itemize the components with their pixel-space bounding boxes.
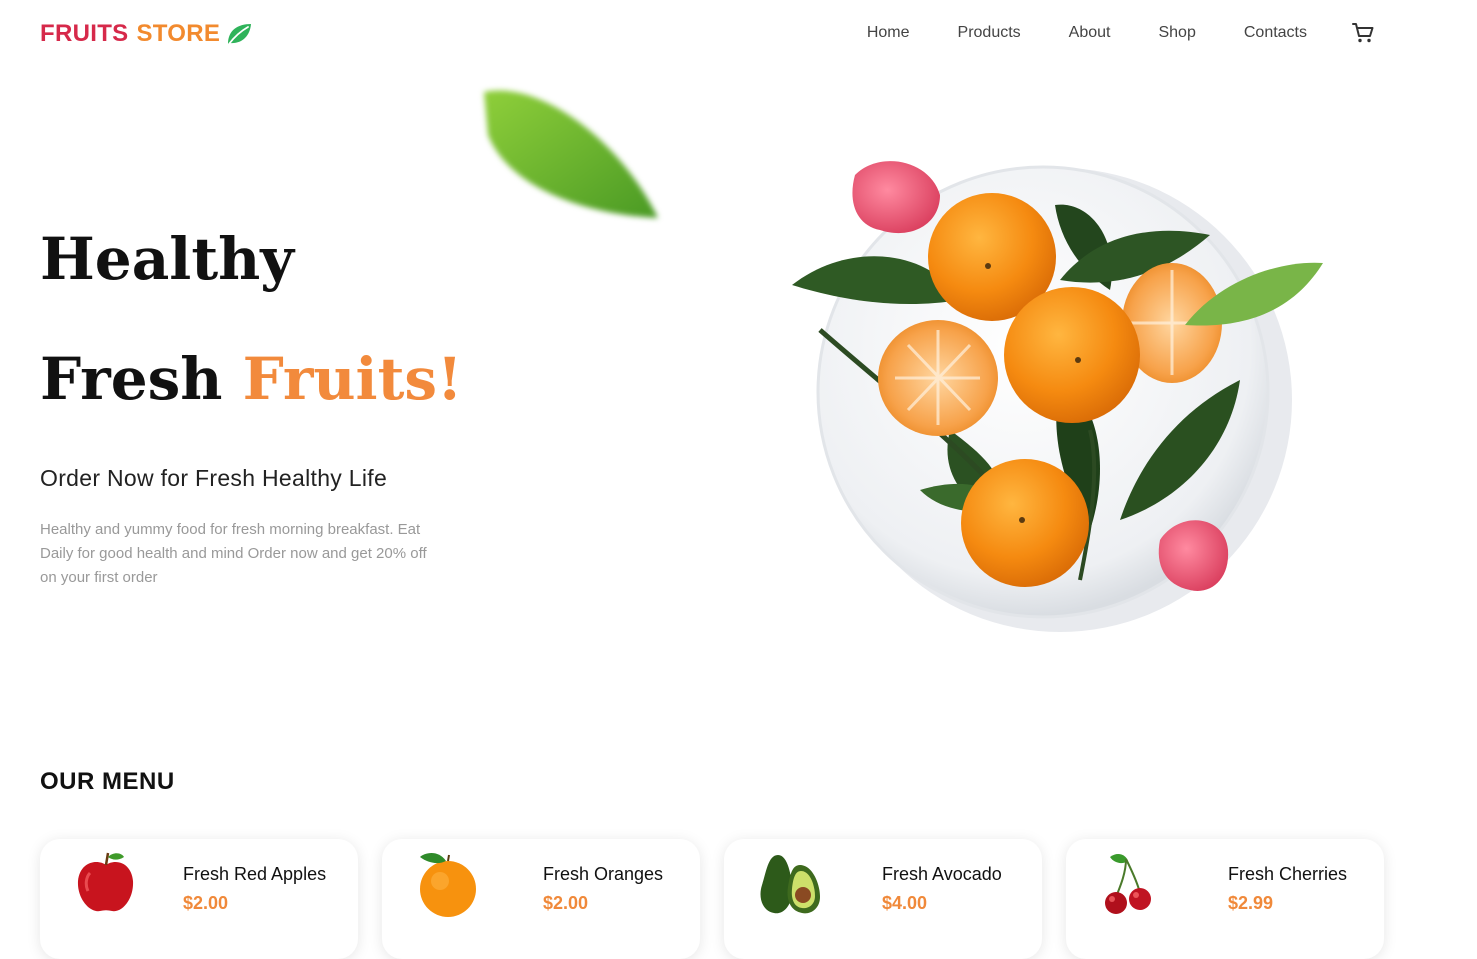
product-name: Fresh Oranges — [543, 864, 664, 884]
nav-products[interactable]: Products — [958, 22, 1021, 44]
menu-card-avocado[interactable]: Fresh Avocado $4.00 — [724, 839, 1042, 959]
menu-card-apples[interactable]: Fresh Red Apples $2.00 — [40, 839, 358, 959]
hero-title-line1: Healthy — [40, 225, 294, 293]
nav-about[interactable]: About — [1069, 22, 1111, 44]
menu-card-cherries[interactable]: Fresh Cherries $2.99 — [1066, 839, 1384, 959]
product-name: Fresh Avocado — [882, 864, 1002, 884]
menu-card-oranges[interactable]: Fresh Oranges $2.00 — [382, 839, 700, 959]
hero-word-fresh: Fresh — [40, 345, 223, 413]
product-name: Fresh Red Apples — [183, 864, 327, 884]
cart-icon[interactable] — [1351, 21, 1375, 45]
product-name: Fresh Cherries — [1228, 864, 1348, 884]
product-price: $2.00 — [543, 893, 589, 913]
hero-word-fruits: Fruits! — [242, 345, 463, 413]
hero-subtitle: Order Now for Fresh Healthy Life — [40, 465, 388, 491]
product-price: $2.99 — [1228, 893, 1274, 913]
floating-leaf-image — [484, 90, 658, 218]
hero-fruit-plate-image — [792, 161, 1323, 632]
nav-home[interactable]: Home — [867, 22, 910, 44]
product-price: $4.00 — [882, 893, 928, 913]
cherries-icon — [1105, 854, 1151, 914]
nav-shop[interactable]: Shop — [1158, 22, 1195, 44]
apple-icon — [77, 852, 134, 912]
brand-word-store: STORE — [136, 20, 221, 47]
avocado-icon — [760, 855, 820, 914]
nav-contacts[interactable]: Contacts — [1244, 22, 1307, 44]
navbar: FRUITS STORE Home Products About Shop Co… — [0, 0, 1477, 68]
hero-title-line2: Fresh Fruits! — [40, 346, 462, 412]
leaf-icon — [228, 24, 252, 45]
brand-word-fruits: FRUITS — [40, 20, 129, 47]
brand-logo[interactable]: FRUITS STORE — [40, 19, 252, 49]
menu-section-title: OUR MENU — [40, 768, 175, 795]
nav-menu: Home Products About Shop Contacts — [867, 22, 1307, 44]
orange-icon — [420, 853, 476, 917]
product-price: $2.00 — [183, 893, 229, 913]
hero-description: Healthy and yummy food for fresh morning… — [40, 521, 427, 586]
